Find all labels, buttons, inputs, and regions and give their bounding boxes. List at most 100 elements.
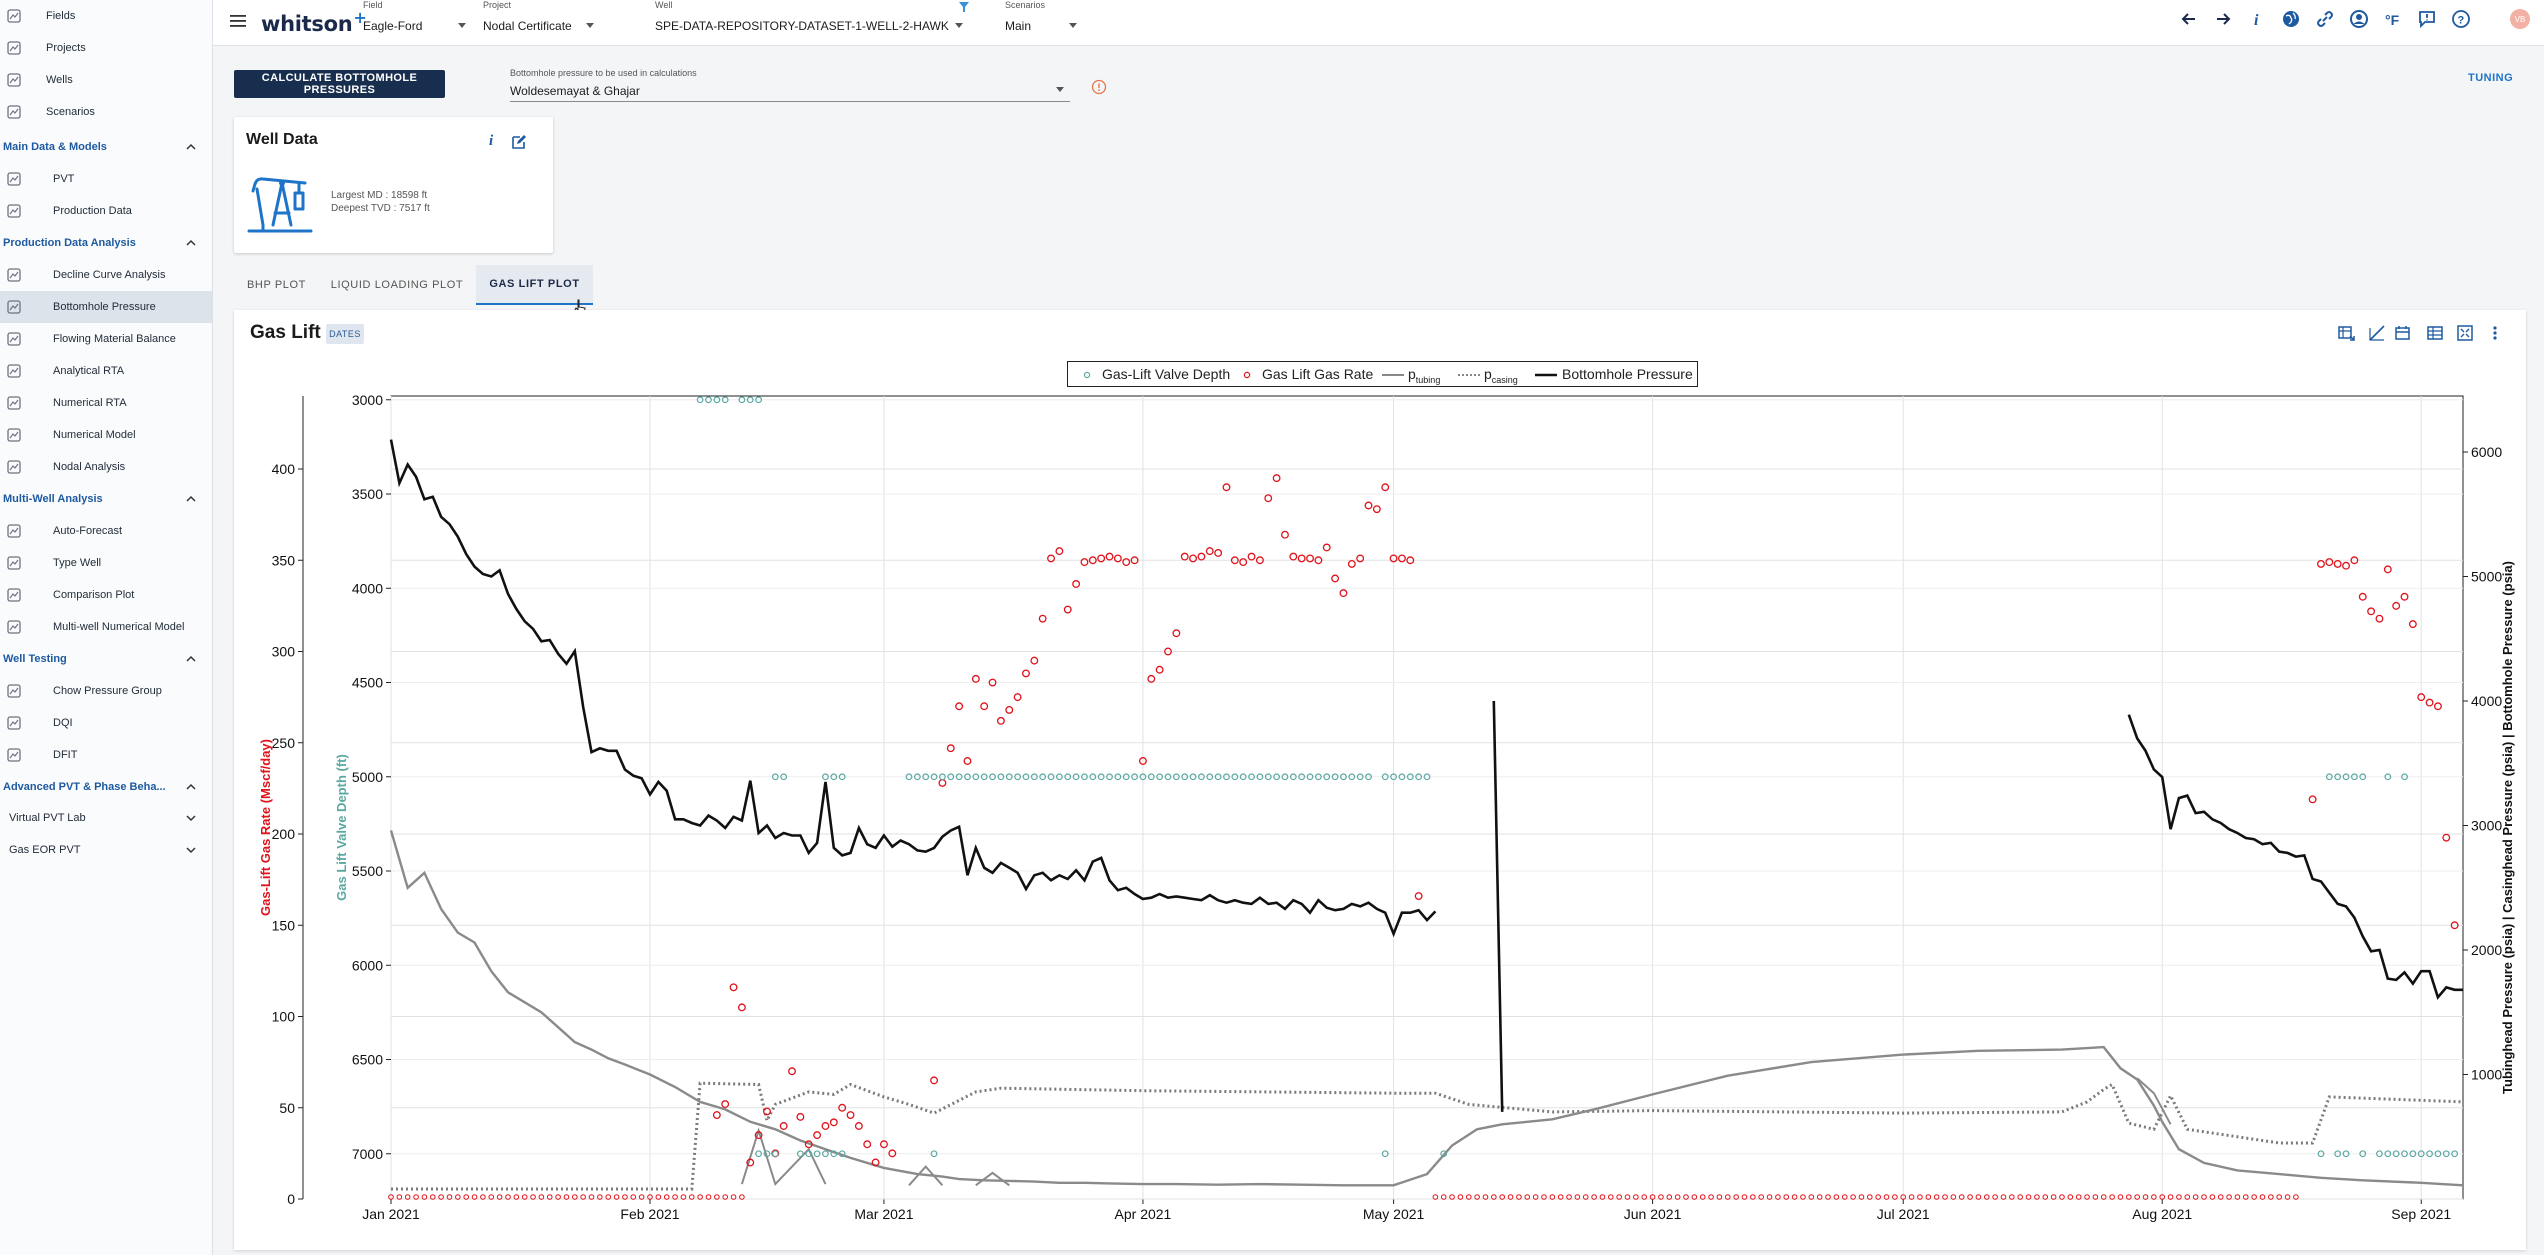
sidebar-item-label: Auto-Forecast	[53, 525, 123, 537]
legend-gas-rate-marker	[1243, 371, 1251, 379]
sidebar-item-numerical-model[interactable]: Numerical Model	[0, 419, 212, 451]
sidebar-subsection-label: Gas EOR PVT	[9, 844, 81, 856]
user-avatar[interactable]: VB	[2510, 9, 2530, 29]
filter-icon[interactable]	[959, 2, 969, 12]
calculate-bottomhole-pressures-button[interactable]: CALCULATE BOTTOMHOLE PRESSURES	[234, 70, 445, 98]
sidebar-item-dfit[interactable]: DFIT	[0, 739, 212, 771]
legend-valve-depth: Gas-Lift Valve Depth	[1102, 366, 1231, 382]
bhp-method-select[interactable]: Bottomhole pressure to be used in calcul…	[510, 68, 1070, 102]
legend-ptubing-sub: tubing	[1415, 374, 1441, 385]
sidebar-item-decline-curve-analysis[interactable]: Decline Curve Analysis	[0, 259, 212, 291]
legend-valve-depth-marker	[1083, 371, 1091, 379]
sidebar-item-label: Nodal Analysis	[53, 461, 126, 473]
bhp-method-dropdown-icon	[1056, 87, 1064, 92]
fahrenheit-icon[interactable]: °F	[2383, 9, 2403, 29]
sidebar-item-label: Chow Pressure Group	[53, 685, 162, 697]
sidebar-item-pvt[interactable]: PVT	[0, 163, 212, 195]
sidebar-subsection-virtual-pvt-lab[interactable]: Virtual PVT Lab	[0, 803, 212, 833]
scenario-dropdown-icon	[1069, 23, 1077, 28]
sidebar-item-analytical-rta[interactable]: Analytical RTA	[0, 355, 212, 387]
chevron-up-icon	[186, 783, 196, 790]
project-value: Nodal Certificate	[483, 19, 572, 33]
chevron-up-icon	[186, 143, 196, 150]
field-selector[interactable]: Field Eagle-Ford	[363, 0, 473, 46]
legend-ptubing: ptubing	[1408, 366, 1440, 385]
bar-icon	[7, 332, 21, 346]
well-selector[interactable]: Well SPE-DATA-REPOSITORY-DATASET-1-WELL-…	[655, 0, 975, 46]
sidebar-item-multi-well-numerical-model[interactable]: Multi-well Numerical Model	[0, 611, 212, 643]
sidebar-section-title: Advanced PVT & Phase Beha...	[3, 781, 166, 793]
grid-table-icon[interactable]	[2426, 324, 2444, 342]
tree-icon	[7, 105, 21, 119]
chart-legend: Gas-Lift Valve Depth Gas Lift Gas Rate p…	[1067, 361, 1698, 387]
sidebar-section-main-data-models[interactable]: Main Data & Models	[0, 133, 212, 161]
sidebar-subsection-gas-eor-pvt[interactable]: Gas EOR PVT	[0, 835, 212, 865]
dots-line-icon	[7, 684, 21, 698]
calendar-icon[interactable]	[2394, 324, 2412, 342]
info-icon[interactable]: i	[2247, 9, 2267, 29]
sidebar-item-type-well[interactable]: Type Well	[0, 547, 212, 579]
sidebar-item-dqi[interactable]: DQI	[0, 707, 212, 739]
sidebar-section-well-testing[interactable]: Well Testing	[0, 645, 212, 673]
user-circle-icon[interactable]	[2349, 9, 2369, 29]
link-icon[interactable]	[2315, 9, 2335, 29]
project-caption: Project	[483, 0, 512, 10]
model-icon	[7, 428, 21, 442]
trend-icon	[7, 364, 21, 378]
sidebar-item-label: Numerical Model	[53, 429, 136, 441]
field-value: Eagle-Ford	[363, 19, 423, 33]
svg-text:?: ?	[2458, 15, 2465, 27]
sidebar-item-chow-pressure-group[interactable]: Chow Pressure Group	[0, 675, 212, 707]
legend-ptubing-line	[1382, 374, 1404, 376]
sidebar-item-flowing-material-balance[interactable]: Flowing Material Balance	[0, 323, 212, 355]
sidebar-section-title: Well Testing	[3, 653, 67, 665]
fullscreen-icon[interactable]	[2456, 324, 2474, 342]
sidebar-item-label: PVT	[53, 173, 75, 185]
info-icon[interactable]: i	[489, 133, 503, 149]
help-icon[interactable]: ?	[2451, 9, 2471, 29]
grid-icon	[7, 9, 21, 23]
feedback-icon[interactable]	[2417, 9, 2437, 29]
tuning-button[interactable]: TUNING	[2468, 72, 2513, 84]
sidebar-section-production-data-analysis[interactable]: Production Data Analysis	[0, 229, 212, 257]
sidebar-item-scenarios[interactable]: Scenarios	[0, 96, 212, 128]
deepest-tvd: Deepest TVD : 7517 ft	[331, 203, 430, 214]
sidebar-item-bottomhole-pressure[interactable]: Bottomhole Pressure	[0, 291, 212, 323]
table-export-icon[interactable]	[2338, 324, 2356, 342]
well-dropdown-icon	[955, 23, 963, 28]
sidebar-item-auto-forecast[interactable]: Auto-Forecast	[0, 515, 212, 547]
sidebar-item-numerical-rta[interactable]: Numerical RTA	[0, 387, 212, 419]
globe-icon[interactable]	[2281, 9, 2301, 29]
edit-icon[interactable]	[511, 134, 527, 150]
chevron-up-icon	[186, 495, 196, 502]
sidebar-item-wells[interactable]: Wells	[0, 64, 212, 96]
tab-liquid-loading-plot[interactable]: LIQUID LOADING PLOT	[321, 265, 473, 305]
sidebar-item-label: Comparison Plot	[53, 589, 135, 601]
tab-bhp-plot[interactable]: BHP PLOT	[234, 265, 319, 305]
sidebar-section-multi-well-analysis[interactable]: Multi-Well Analysis	[0, 485, 212, 513]
sidebar-item-fields[interactable]: Fields	[0, 0, 212, 32]
decline-icon	[7, 268, 21, 282]
scenario-selector[interactable]: Scenarios Main	[1005, 0, 1095, 46]
more-options-icon[interactable]	[2486, 324, 2504, 342]
whitson-logo[interactable]: whitson+	[261, 8, 367, 36]
sidebar-item-label: DQI	[53, 717, 73, 729]
warning-icon[interactable]	[1091, 79, 1107, 95]
dfit-icon	[7, 748, 21, 762]
scatter-icon	[7, 716, 21, 730]
sidebar-section-advanced-pvt-phase-beha[interactable]: Advanced PVT & Phase Beha...	[0, 773, 212, 801]
trendline-icon[interactable]	[2368, 324, 2386, 342]
arrow-right-icon[interactable]	[2213, 9, 2233, 29]
legend-pcasing-line	[1458, 374, 1480, 376]
pumpjack-icon	[247, 177, 313, 233]
sidebar-item-comparison-plot[interactable]: Comparison Plot	[0, 579, 212, 611]
arrow-left-icon[interactable]	[2179, 9, 2199, 29]
sidebar-item-projects[interactable]: Projects	[0, 32, 212, 64]
sidebar-item-nodal-analysis[interactable]: Nodal Analysis	[0, 451, 212, 483]
hamburger-menu-icon[interactable]	[230, 14, 246, 28]
sidebar-item-label: Scenarios	[46, 106, 95, 118]
scenario-caption: Scenarios	[1005, 0, 1046, 10]
sidebar-item-production-data[interactable]: Production Data	[0, 195, 212, 227]
project-selector[interactable]: Project Nodal Certificate	[483, 0, 594, 46]
dates-badge[interactable]: DATES	[326, 324, 364, 344]
